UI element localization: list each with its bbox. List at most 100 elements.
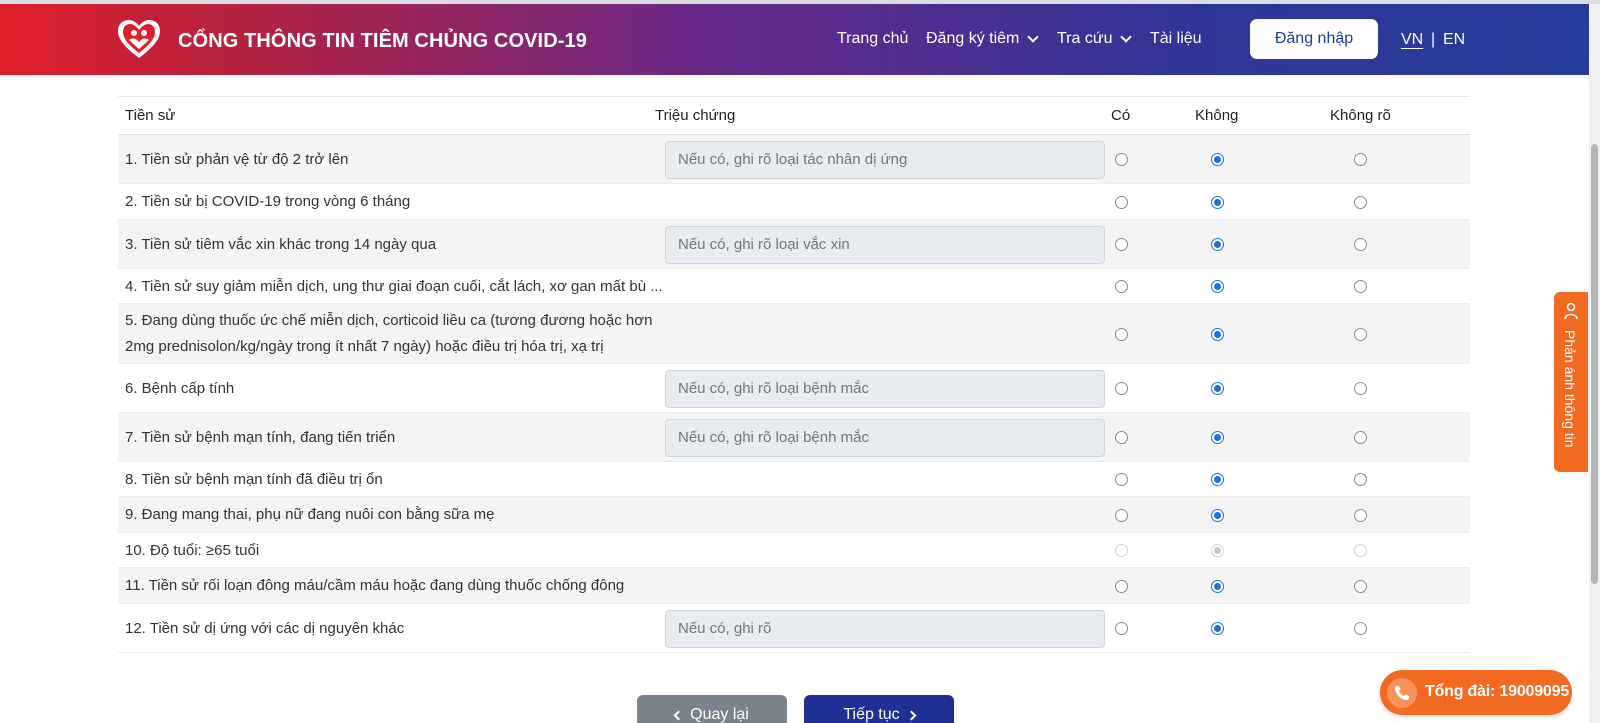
nav-documents[interactable]: Tài liệu bbox=[1150, 30, 1202, 48]
radio-yes[interactable] bbox=[1115, 508, 1128, 522]
note-input[interactable] bbox=[665, 369, 1105, 408]
nav-home[interactable]: Trang chủ bbox=[837, 30, 908, 48]
radio-yes bbox=[1115, 544, 1128, 557]
next-button-label: Tiếp tục bbox=[843, 706, 900, 723]
radio-unknown[interactable] bbox=[1354, 195, 1367, 209]
table-row: 11. Tiền sử rối loạn đông máu/cầm máu ho… bbox=[118, 568, 1470, 604]
hotline-label: Tổng đài: 19009095 bbox=[1425, 683, 1570, 700]
feedback-tab[interactable]: Phản ánh thông tin bbox=[1554, 292, 1588, 472]
radio-no[interactable] bbox=[1211, 508, 1224, 522]
table-row: 2. Tiền sử bị COVID-19 trong vòng 6 thán… bbox=[118, 184, 1470, 220]
radio-unknown[interactable] bbox=[1354, 153, 1367, 166]
row-label: 11. Tiền sử rối loạn đông máu/cầm máu ho… bbox=[125, 577, 625, 594]
radio-yes[interactable] bbox=[1115, 382, 1128, 395]
login-button[interactable]: Đăng nhập bbox=[1250, 19, 1378, 59]
row-label: 8. Tiền sử bệnh mạn tính đã điều trị ổn bbox=[125, 470, 383, 488]
row-label: 1. Tiền sử phản vệ từ độ 2 trở lên bbox=[125, 150, 349, 168]
table-row: 4. Tiền sử suy giảm miễn dịch, ung thư g… bbox=[118, 269, 1470, 304]
table-header: Tiền sử Triệu chứng Có Không Không rõ bbox=[118, 97, 1470, 135]
row-label: 3. Tiền sử tiêm vắc xin khác trong 14 ng… bbox=[125, 235, 437, 253]
radio-yes[interactable] bbox=[1115, 280, 1128, 293]
screening-table: Tiền sử Triệu chứng Có Không Không rõ 1.… bbox=[118, 96, 1470, 653]
radio-no[interactable] bbox=[1211, 153, 1224, 166]
radio-yes[interactable] bbox=[1115, 327, 1128, 341]
chevron-right-icon bbox=[906, 710, 917, 720]
nav-register[interactable]: Đăng ký tiêm bbox=[926, 30, 1040, 48]
scrollbar-thumb[interactable] bbox=[1591, 144, 1598, 584]
table-body: 1. Tiền sử phản vệ từ độ 2 trở lên 2. Tiề… bbox=[118, 135, 1470, 653]
nav-documents-label: Tài liệu bbox=[1150, 30, 1202, 47]
table-row: 3. Tiền sử tiêm vắc xin khác trong 14 ng… bbox=[118, 220, 1470, 269]
table-row: 10. Độ tuổi: ≥65 tuổi bbox=[118, 533, 1470, 568]
radio-no[interactable] bbox=[1211, 431, 1224, 444]
back-button[interactable]: Quay lại bbox=[637, 695, 787, 723]
table-row: 8. Tiền sử bệnh mạn tính đã điều trị ổn bbox=[118, 462, 1470, 497]
radio-unknown[interactable] bbox=[1354, 431, 1367, 444]
note-input[interactable] bbox=[665, 609, 1105, 648]
heart-logo-icon[interactable] bbox=[116, 18, 162, 60]
lang-en-link[interactable]: EN bbox=[1443, 31, 1465, 49]
user-alert-icon bbox=[1564, 302, 1578, 320]
nav-home-label: Trang chủ bbox=[837, 30, 909, 47]
lang-separator: | bbox=[1431, 31, 1436, 48]
radio-yes[interactable] bbox=[1115, 195, 1128, 209]
header-symptom: Triệu chứng bbox=[655, 107, 736, 124]
table-row: 5. Đang dùng thuốc ức chế miễn dịch, cor… bbox=[118, 304, 1470, 364]
header-unknown: Không rõ bbox=[1330, 107, 1391, 124]
radio-unknown[interactable] bbox=[1354, 327, 1367, 341]
note-input[interactable] bbox=[665, 418, 1105, 457]
row-label: 4. Tiền sử suy giảm miễn dịch, ung thư g… bbox=[125, 277, 663, 295]
chevron-down-icon bbox=[1120, 30, 1133, 43]
radio-yes[interactable] bbox=[1115, 473, 1128, 486]
radio-unknown[interactable] bbox=[1354, 579, 1367, 593]
header-history: Tiền sử bbox=[125, 107, 176, 124]
radio-unknown bbox=[1354, 544, 1367, 557]
table-row: 1. Tiền sử phản vệ từ độ 2 trở lên bbox=[118, 135, 1470, 184]
radio-unknown[interactable] bbox=[1354, 382, 1367, 395]
brand-title[interactable]: CỔNG THÔNG TIN TIÊM CHỦNG COVID-19 bbox=[178, 30, 587, 53]
radio-no[interactable] bbox=[1211, 473, 1224, 486]
radio-no[interactable] bbox=[1211, 280, 1224, 293]
row-label: 2. Tiền sử bị COVID-19 trong vòng 6 thán… bbox=[125, 193, 411, 210]
radio-no[interactable] bbox=[1211, 327, 1224, 341]
radio-yes[interactable] bbox=[1115, 431, 1128, 444]
back-button-label: Quay lại bbox=[690, 706, 749, 723]
header-yes: Có bbox=[1111, 107, 1131, 124]
table-row: 9. Đang mang thai, phụ nữ đang nuôi con … bbox=[118, 497, 1470, 533]
row-label: 12. Tiền sử dị ứng với các dị nguyên khá… bbox=[125, 619, 405, 637]
nav-lookup-label: Tra cứu bbox=[1057, 30, 1113, 47]
vertical-scrollbar[interactable] bbox=[1589, 4, 1600, 723]
row-label: 7. Tiền sử bệnh mạn tính, đang tiến triể… bbox=[125, 428, 396, 446]
table-row: 6. Bệnh cấp tính bbox=[118, 364, 1470, 413]
radio-no[interactable] bbox=[1211, 238, 1224, 251]
nav-lookup[interactable]: Tra cứu bbox=[1057, 30, 1133, 48]
radio-unknown[interactable] bbox=[1354, 622, 1367, 635]
next-button[interactable]: Tiếp tục bbox=[804, 695, 954, 723]
row-label: 9. Đang mang thai, phụ nữ đang nuôi con … bbox=[125, 506, 495, 523]
radio-unknown[interactable] bbox=[1354, 508, 1367, 522]
radio-no[interactable] bbox=[1211, 579, 1224, 593]
phone-icon bbox=[1387, 678, 1417, 708]
note-input[interactable] bbox=[665, 225, 1105, 264]
lang-vn-link[interactable]: VN bbox=[1401, 31, 1423, 49]
radio-no[interactable] bbox=[1211, 622, 1224, 635]
radio-yes[interactable] bbox=[1115, 622, 1128, 635]
page: CỔNG THÔNG TIN TIÊM CHỦNG COVID-19 Trang… bbox=[0, 0, 1600, 723]
radio-unknown[interactable] bbox=[1354, 238, 1367, 251]
nav-register-label: Đăng ký tiêm bbox=[926, 30, 1020, 47]
radio-unknown[interactable] bbox=[1354, 280, 1367, 293]
radio-unknown[interactable] bbox=[1354, 473, 1367, 486]
row-label: 10. Độ tuổi: ≥65 tuổi bbox=[125, 541, 260, 559]
radio-yes[interactable] bbox=[1115, 579, 1128, 593]
row-label: 5. Đang dùng thuốc ức chế miễn dịch, cor… bbox=[125, 312, 653, 355]
radio-no[interactable] bbox=[1211, 195, 1224, 209]
table-row: 12. Tiền sử dị ứng với các dị nguyên khá… bbox=[118, 604, 1470, 653]
feedback-label: Phản ánh thông tin bbox=[1562, 330, 1578, 448]
radio-yes[interactable] bbox=[1115, 153, 1128, 166]
note-input[interactable] bbox=[665, 140, 1105, 179]
radio-no bbox=[1211, 544, 1224, 557]
hotline-button[interactable]: Tổng đài: 19009095 bbox=[1380, 670, 1572, 715]
row-label: 6. Bệnh cấp tính bbox=[125, 379, 235, 397]
radio-no[interactable] bbox=[1211, 382, 1224, 395]
radio-yes[interactable] bbox=[1115, 238, 1128, 251]
